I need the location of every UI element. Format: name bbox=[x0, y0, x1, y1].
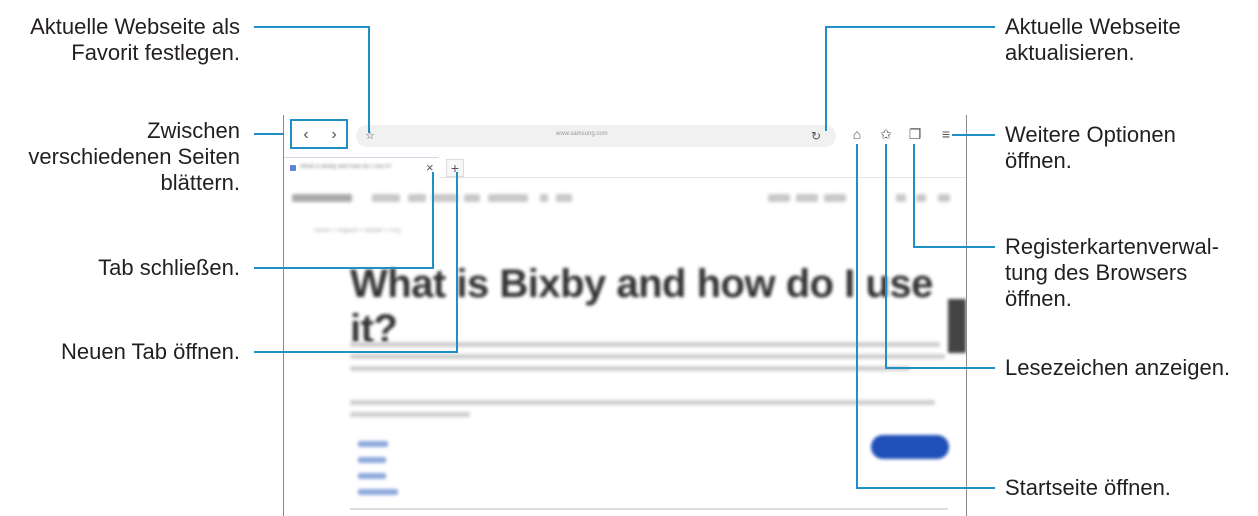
callout-favorite-line1: Aktuelle Webseite als bbox=[30, 14, 240, 39]
leader-bookmarks-h bbox=[885, 367, 995, 369]
cta-button[interactable] bbox=[871, 435, 949, 459]
leader-home-h bbox=[856, 487, 995, 489]
tabs-icon[interactable]: ❐ bbox=[905, 124, 925, 144]
address-bar[interactable]: ☆ www.samsung.com ↻ bbox=[356, 125, 836, 147]
web-content: Home > Support > Mobile > FAQ What is Bi… bbox=[284, 178, 966, 516]
favicon-icon bbox=[290, 165, 296, 171]
callout-bookmarks: Lesezeichen anzeigen. bbox=[1005, 355, 1230, 381]
leader-refresh-h bbox=[825, 26, 995, 28]
leader-close-tab-v bbox=[432, 172, 434, 269]
callout-new-tab: Neuen Tab öffnen. bbox=[61, 339, 240, 365]
callout-refresh-line2: aktualisieren. bbox=[1005, 40, 1135, 65]
callout-more-options-line1: Weitere Optionen bbox=[1005, 122, 1176, 147]
side-image bbox=[948, 299, 966, 353]
refresh-icon[interactable]: ↻ bbox=[806, 126, 826, 146]
home-icon[interactable]: ⌂ bbox=[847, 124, 867, 144]
nav-buttons-highlight bbox=[290, 119, 348, 149]
tab-strip: What is Bixby and how do I use it? × + bbox=[284, 155, 966, 178]
leader-favorite-h bbox=[254, 26, 370, 28]
bookmark-star-icon[interactable]: ✩ bbox=[876, 124, 896, 144]
leader-navigate-h bbox=[254, 133, 284, 135]
callout-navigate-line1: Zwischen bbox=[147, 118, 240, 143]
callout-favorite: Aktuelle Webseite als Favorit festlegen. bbox=[30, 14, 240, 66]
callout-navigate-line2: verschiedenen Seiten bbox=[28, 144, 240, 169]
tab-active[interactable]: What is Bixby and how do I use it? × bbox=[284, 157, 439, 178]
callout-tab-manager: Registerkartenverwal- tung des Browsers … bbox=[1005, 234, 1219, 312]
breadcrumb: Home > Support > Mobile > FAQ bbox=[314, 228, 402, 234]
callout-navigate-line3: blättern. bbox=[160, 170, 241, 195]
star-icon[interactable]: ☆ bbox=[360, 126, 380, 146]
callout-bookmarks-line1: Lesezeichen anzeigen. bbox=[1005, 355, 1231, 380]
callout-new-tab-line1: Neuen Tab öffnen. bbox=[60, 339, 240, 364]
browser-window: ‹ › ☆ www.samsung.com ↻ ⌂ ✩ ❐ ≡ What is … bbox=[283, 115, 967, 516]
leader-more-options-h bbox=[952, 134, 995, 136]
divider bbox=[350, 508, 948, 510]
leader-refresh-v bbox=[825, 26, 827, 131]
leader-close-tab-h bbox=[254, 267, 434, 269]
leader-home-v bbox=[856, 144, 858, 489]
leader-bookmarks-v bbox=[885, 144, 887, 369]
browser-toolbar: ‹ › ☆ www.samsung.com ↻ ⌂ ✩ ❐ ≡ bbox=[284, 115, 966, 155]
callout-navigate: Zwischen verschiedenen Seiten blättern. bbox=[28, 118, 240, 196]
callout-tab-manager-line1: Registerkartenverwal- bbox=[1005, 234, 1219, 259]
leader-new-tab-h bbox=[254, 351, 458, 353]
callout-close-tab-line1: Tab schließen. bbox=[98, 255, 240, 280]
callout-more-options: Weitere Optionen öffnen. bbox=[1005, 122, 1176, 174]
callout-more-options-line2: öffnen. bbox=[1005, 148, 1072, 173]
plus-icon[interactable]: + bbox=[446, 159, 464, 177]
leader-new-tab-v bbox=[456, 172, 458, 353]
tab-title: What is Bixby and how do I use it? bbox=[300, 164, 392, 170]
url-text: www.samsung.com bbox=[556, 131, 608, 137]
leader-favorite-v bbox=[368, 26, 370, 133]
leader-tab-manager-v bbox=[913, 144, 915, 248]
callout-favorite-line2: Favorit festlegen. bbox=[71, 40, 240, 65]
callout-tab-manager-line2: tung des Browsers bbox=[1005, 260, 1188, 285]
leader-tab-manager-h bbox=[913, 246, 995, 248]
callout-home: Startseite öffnen. bbox=[1005, 475, 1171, 501]
callout-close-tab: Tab schließen. bbox=[98, 255, 240, 281]
site-navigation bbox=[292, 194, 952, 206]
callout-home-line1: Startseite öffnen. bbox=[1005, 475, 1171, 500]
callout-tab-manager-line3: öffnen. bbox=[1005, 286, 1072, 311]
callout-refresh-line1: Aktuelle Webseite bbox=[1005, 14, 1181, 39]
page-headline: What is Bixby and how do I use it? bbox=[350, 262, 933, 351]
callout-refresh: Aktuelle Webseite aktualisieren. bbox=[1005, 14, 1181, 66]
